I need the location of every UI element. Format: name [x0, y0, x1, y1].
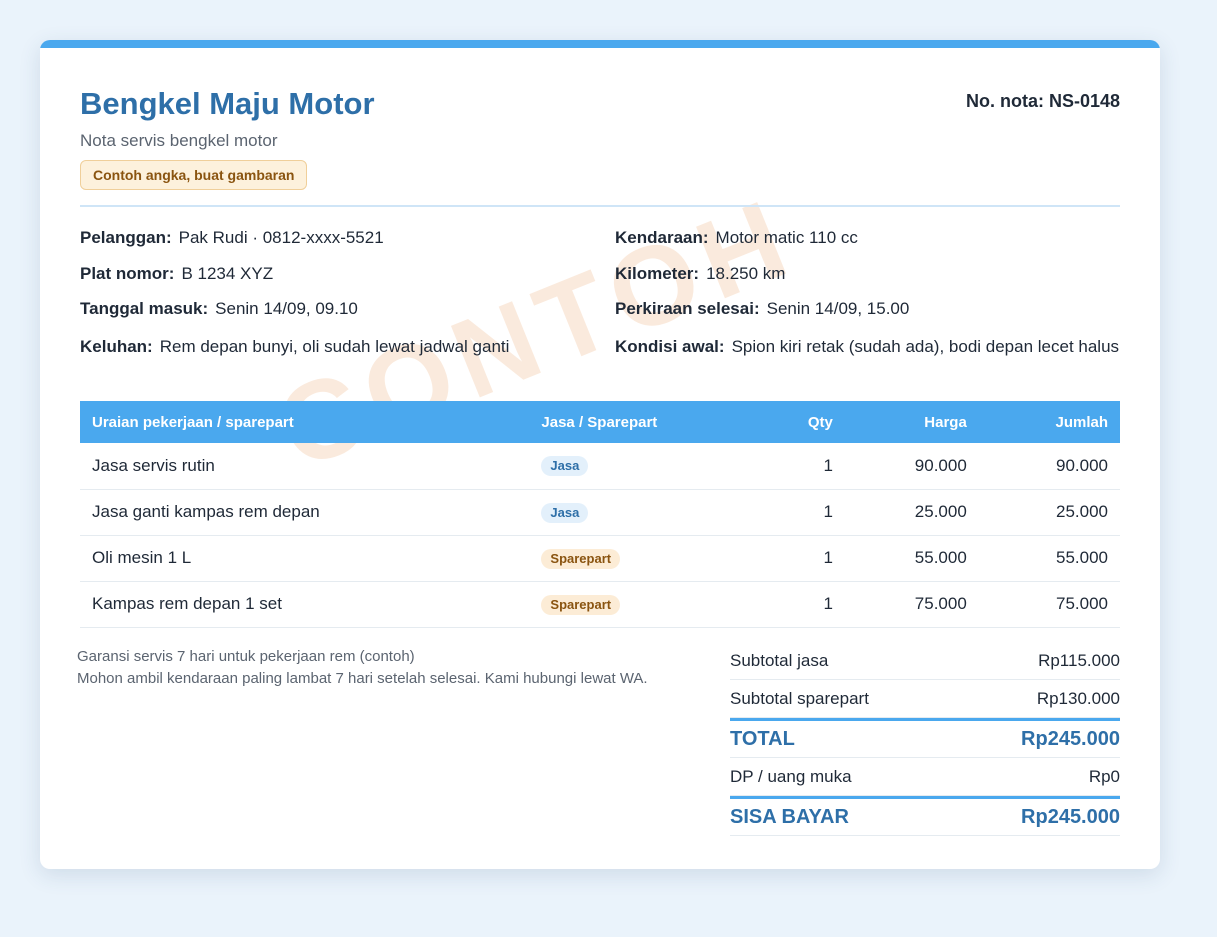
- info-value: Motor matic 110 cc: [715, 228, 858, 247]
- info-label: Perkiraan selesai:: [615, 299, 760, 318]
- table-row: Kampas rem depan 1 set Sparepart 1 75.00…: [80, 581, 1120, 628]
- info-label: Kendaraan:: [615, 228, 709, 247]
- info-label: Plat nomor:: [80, 264, 175, 283]
- info-initial-condition: Kondisi awal: Spion kiri retak (sudah ad…: [615, 334, 1120, 360]
- note-warranty: Garansi servis 7 hari untuk pekerjaan re…: [77, 648, 415, 665]
- type-badge: Jasa: [541, 502, 589, 523]
- item-amount: 25.000: [978, 489, 1120, 536]
- item-amount: 75.000: [978, 581, 1120, 628]
- info-label: Kilometer:: [615, 264, 700, 283]
- table-row: Jasa ganti kampas rem depan Jasa 1 25.00…: [80, 489, 1120, 536]
- shop-name: Bengkel Maju Motor: [80, 86, 375, 121]
- item-price: 90.000: [844, 443, 979, 490]
- subtotal-sparepart-row: Subtotal sparepart Rp130.000: [730, 680, 1120, 718]
- type-badge: Jasa: [541, 456, 589, 477]
- subtotal-sparepart-label: Subtotal sparepart: [730, 688, 869, 708]
- col-header-qty: Qty: [807, 413, 833, 431]
- item-qty: 1: [757, 489, 845, 536]
- invoice-card: CONTOH Bengkel Maju Motor Nota servis be…: [40, 40, 1160, 869]
- item-amount: 90.000: [978, 443, 1120, 490]
- total-label: TOTAL: [730, 727, 795, 750]
- type-badge: Sparepart: [541, 548, 621, 569]
- item-qty: 1: [757, 443, 845, 490]
- balance-label: SISA BAYAR: [730, 805, 849, 828]
- info-vehicle: Kendaraan: Motor matic 110 cc: [615, 225, 858, 251]
- info-complaint: Keluhan: Rem depan bunyi, oli sudah lewa…: [80, 334, 509, 360]
- invoice-number: No. nota: NS-0148: [965, 91, 1120, 111]
- info-value: Rem depan bunyi, oli sudah lewat jadwal …: [159, 337, 510, 356]
- shop-subtitle: Nota servis bengkel motor: [80, 131, 278, 150]
- info-customer: Pelanggan: Pak Rudi · 0812-xxxx-5521: [80, 225, 384, 251]
- col-header-description: Uraian pekerjaan / sparepart: [92, 413, 294, 431]
- subtotal-sparepart-value: Rp130.000: [1036, 688, 1120, 708]
- info-odometer: Kilometer: 18.250 km: [615, 261, 785, 287]
- down-payment-row: DP / uang muka Rp0: [730, 758, 1120, 796]
- col-header-amount: Jumlah: [1055, 413, 1108, 431]
- table-header-row: Uraian pekerjaan / sparepart Jasa / Spar…: [80, 401, 1120, 443]
- info-value: Senin 14/09, 09.10: [215, 299, 358, 318]
- table-row: Jasa servis rutin Jasa 1 90.000 90.000: [80, 443, 1120, 490]
- info-label: Pelanggan:: [80, 228, 172, 247]
- balance-row: SISA BAYAR Rp245.000: [730, 796, 1120, 836]
- info-label: Kondisi awal:: [615, 337, 725, 356]
- item-type-cell: Jasa: [529, 443, 758, 490]
- table-row: Oli mesin 1 L Sparepart 1 55.000 55.000: [80, 535, 1120, 582]
- item-description: Jasa ganti kampas rem depan: [80, 489, 530, 536]
- info-value: Pak Rudi · 0812-xxxx-5521: [178, 228, 384, 247]
- item-qty: 1: [757, 581, 845, 628]
- item-price: 25.000: [844, 489, 979, 536]
- col-header-price: Harga: [924, 413, 967, 431]
- totals-panel: Subtotal jasa Rp115.000 Subtotal sparepa…: [730, 642, 1120, 836]
- item-qty: 1: [757, 535, 845, 582]
- item-type-cell: Sparepart: [529, 535, 758, 582]
- info-estimated-finish: Perkiraan selesai: Senin 14/09, 15.00: [615, 296, 909, 322]
- col-header-type: Jasa / Sparepart: [541, 413, 658, 431]
- info-label: Tanggal masuk:: [80, 299, 209, 318]
- item-type-cell: Sparepart: [529, 581, 758, 628]
- info-value: 18.250 km: [706, 264, 786, 283]
- total-value: Rp245.000: [1021, 727, 1120, 750]
- info-value: Senin 14/09, 15.00: [766, 299, 910, 318]
- balance-value: Rp245.000: [1021, 805, 1120, 828]
- info-value: B 1234 XYZ: [181, 264, 274, 283]
- sample-badge: Contoh angka, buat gambaran: [80, 160, 308, 190]
- down-payment-label: DP / uang muka: [730, 766, 852, 786]
- note-pickup: Mohon ambil kendaraan paling lambat 7 ha…: [77, 670, 648, 687]
- type-badge: Sparepart: [541, 594, 621, 615]
- item-price: 55.000: [844, 535, 979, 582]
- subtotal-jasa-label: Subtotal jasa: [730, 650, 829, 670]
- down-payment-value: Rp0: [1088, 766, 1120, 786]
- total-row: TOTAL Rp245.000: [730, 718, 1120, 758]
- item-description: Kampas rem depan 1 set: [80, 581, 530, 628]
- item-amount: 55.000: [978, 535, 1120, 582]
- subtotal-jasa-row: Subtotal jasa Rp115.000: [730, 642, 1120, 680]
- footer-notes: Garansi servis 7 hari untuk pekerjaan re…: [77, 646, 648, 690]
- info-label: Keluhan:: [80, 337, 153, 356]
- item-type-cell: Jasa: [529, 489, 758, 536]
- item-description: Oli mesin 1 L: [80, 535, 530, 582]
- info-date-in: Tanggal masuk: Senin 14/09, 09.10: [80, 296, 358, 322]
- subtotal-jasa-value: Rp115.000: [1038, 650, 1120, 670]
- item-price: 75.000: [844, 581, 979, 628]
- item-description: Jasa servis rutin: [80, 443, 530, 490]
- info-plate: Plat nomor: B 1234 XYZ: [80, 261, 273, 287]
- info-value: Spion kiri retak (sudah ada), bodi depan…: [731, 337, 1120, 356]
- items-table: Uraian pekerjaan / sparepart Jasa / Spar…: [80, 401, 1120, 628]
- header-divider: [80, 205, 1120, 207]
